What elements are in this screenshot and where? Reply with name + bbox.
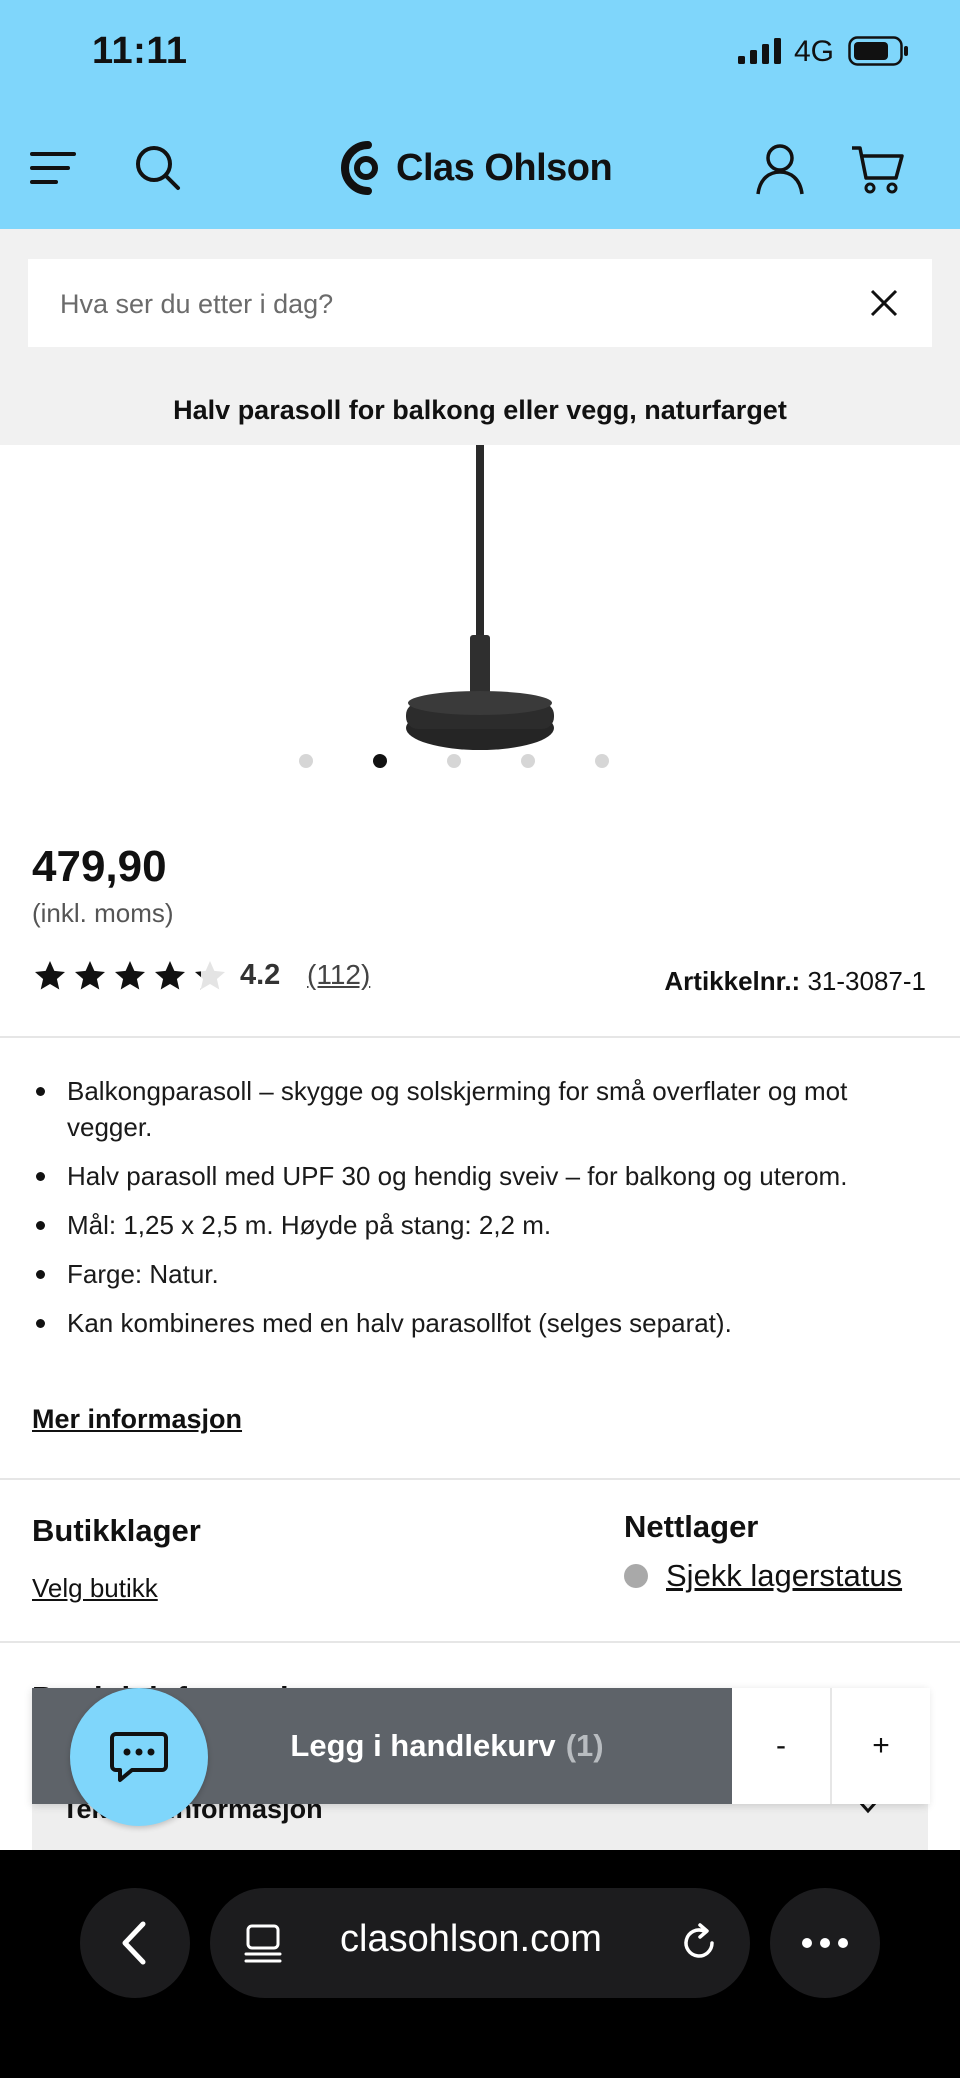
carousel-dot[interactable] [299,754,313,768]
article-label: Artikkelnr.: [664,966,801,996]
vat-note: (inkl. moms) [32,898,174,928]
star-icon [35,961,65,990]
cart-count: (1) [565,1728,604,1763]
image-carousel-dots [0,754,960,770]
carousel-dot[interactable] [447,754,461,768]
quantity-decrease-button[interactable]: - [732,1688,832,1804]
address-bar[interactable]: clasohlson.com [210,1888,750,1998]
highlight-item: Balkongparasoll – skygge og solskjerming… [32,1073,922,1145]
highlight-item: Halv parasoll med UPF 30 og hendig sveiv… [32,1158,922,1194]
browser-toolbar: clasohlson.com [0,1850,960,2078]
more-info-link[interactable]: Mer informasjon [32,1404,242,1435]
divider [0,1641,960,1643]
product-highlights: Balkongparasoll – skygge og solskjerming… [32,1073,922,1354]
carousel-dot[interactable] [521,754,535,768]
network-label: 4G [794,35,835,68]
star-icon [75,961,105,990]
product-title: Halv parasoll for balkong eller vegg, na… [0,375,960,445]
back-button[interactable] [80,1888,190,1998]
highlight-item: Farge: Natur. [32,1256,922,1292]
star-partial-icon [195,961,225,990]
more-icon [802,1938,848,1948]
chat-button[interactable] [70,1688,208,1826]
search-input[interactable] [58,259,842,349]
choose-store-link[interactable]: Velg butikk [32,1573,158,1604]
product-price: 479,90 [32,842,167,891]
menu-icon[interactable] [28,140,84,196]
signal-icon [738,38,781,64]
search-section [0,229,960,375]
check-stock-link[interactable]: Sjekk lagerstatus [666,1558,902,1594]
quantity-increase-button[interactable]: + [832,1688,930,1804]
chevron-left-icon [122,1921,146,1965]
search-box [28,259,932,349]
url-text: clasohlson.com [340,1918,602,1960]
carousel-dot-active[interactable] [373,754,387,768]
account-icon[interactable] [752,140,808,196]
rating-value: 4.2 [240,959,281,991]
rating-stars[interactable] [32,958,228,994]
chat-icon [110,1732,168,1782]
star-icon [115,961,145,990]
store-stock-title: Butikklager [32,1513,201,1548]
brand-logo[interactable]: Clas Ohlson [338,133,613,203]
status-time: 11:11 [92,30,188,72]
carousel-dot[interactable] [595,754,609,768]
search-icon[interactable] [130,140,186,196]
article-value: 31-3087-1 [807,966,926,996]
divider [0,1478,960,1480]
review-count-link[interactable]: (112) [307,959,370,991]
online-stock-title: Nettlager [624,1509,759,1544]
product-image[interactable] [390,445,570,760]
brand-logo-icon [341,141,378,195]
highlight-item: Kan kombineres med en halv parasollfot (… [32,1305,922,1341]
stock-status-dot [624,1564,648,1588]
online-stock-status: Sjekk lagerstatus [624,1558,902,1594]
highlight-item: Mål: 1,25 x 2,5 m. Høyde på stang: 2,2 m… [32,1207,922,1243]
app-header: 11:11 4G Clas Ohlson [0,0,960,229]
close-icon[interactable] [866,285,902,321]
more-options-button[interactable] [770,1888,880,1998]
brand-name: Clas Ohlson [396,146,613,189]
article-number: Artikkelnr.: 31-3087-1 [664,966,926,997]
page-menu-icon[interactable] [242,1922,284,1964]
reload-icon[interactable] [678,1922,720,1964]
battery-icon [848,36,908,66]
divider [0,1036,960,1038]
add-to-cart-label: Legg i handlekurv [290,1728,556,1763]
star-icon [155,961,185,990]
cart-icon[interactable] [850,140,906,196]
